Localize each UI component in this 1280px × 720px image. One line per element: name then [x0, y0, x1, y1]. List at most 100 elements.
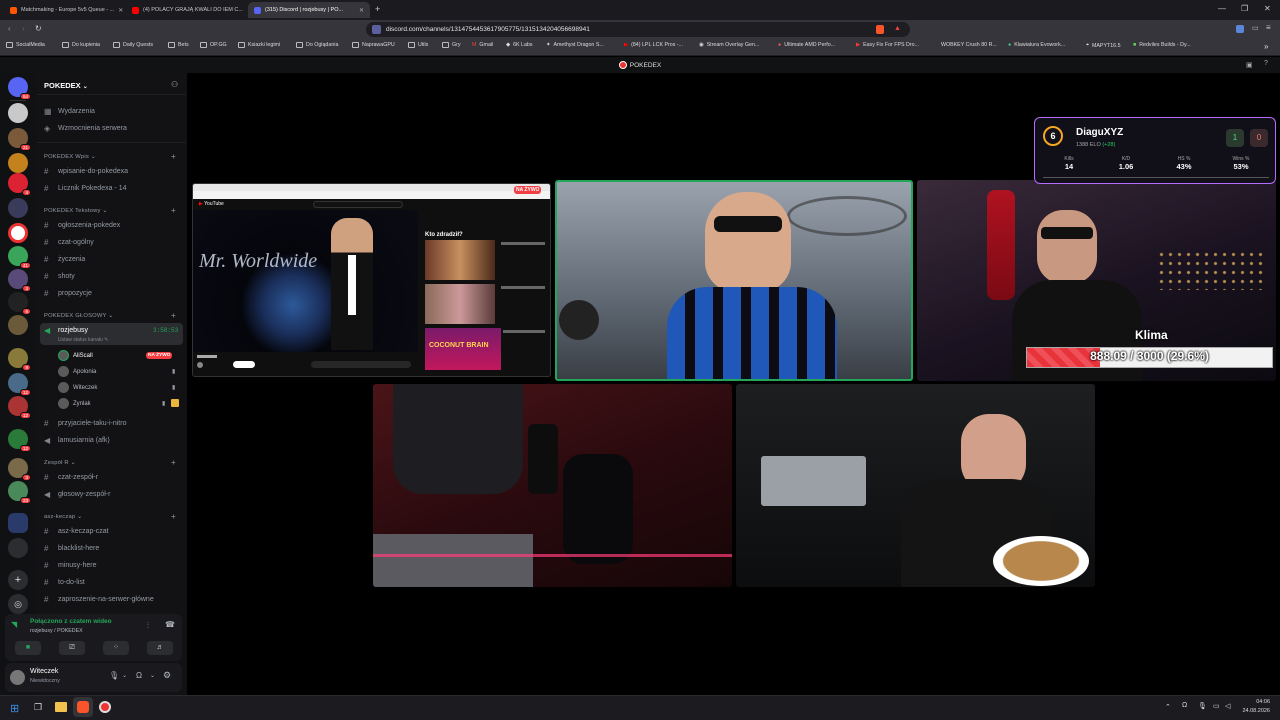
- server-icon[interactable]: [8, 153, 28, 173]
- channel-item[interactable]: # zaproszenie-na-serwer-główne: [44, 595, 154, 604]
- bookmark-item[interactable]: ⌖ MAPYT16.5: [1086, 42, 1121, 49]
- username[interactable]: Witeczek: [30, 668, 58, 675]
- channel-item[interactable]: # minusy-here: [44, 561, 97, 570]
- voice-user[interactable]: Witeczek: [58, 382, 97, 393]
- reload-icon[interactable]: ↻: [35, 24, 42, 33]
- bookmark-item[interactable]: ▶ Easy Fix For FPS Dro...: [856, 42, 919, 48]
- inbox-icon[interactable]: ▣: [1246, 61, 1253, 69]
- channel-item[interactable]: # czat-zespół-r: [44, 473, 98, 482]
- category-header[interactable]: POKEDEX Tekstowy ⌄: [44, 208, 107, 214]
- bookmark-item[interactable]: Bets: [168, 42, 189, 48]
- channel-item[interactable]: # blacklist-here: [44, 544, 99, 553]
- channel-item[interactable]: # wpisanie-do-pokedexa: [44, 167, 128, 176]
- close-tab-icon[interactable]: ✕: [359, 7, 364, 14]
- server-icon[interactable]: [8, 198, 28, 218]
- voice-user[interactable]: Zynlak: [58, 398, 91, 409]
- avatar[interactable]: [10, 670, 25, 685]
- channel-item[interactable]: # ogłoszenia-pokedex: [44, 221, 120, 230]
- voice-status-title[interactable]: Połączono z czatem wideo: [30, 618, 112, 625]
- channel-item[interactable]: ◀ lamusiarnia (afk): [44, 436, 110, 445]
- close-window-icon[interactable]: ✕: [1264, 4, 1271, 13]
- brave-shield-icon[interactable]: [876, 25, 884, 34]
- video-actions[interactable]: [311, 361, 411, 368]
- wallet-icon[interactable]: ▭: [1252, 24, 1259, 32]
- server-icon[interactable]: 41: [8, 246, 31, 269]
- channel-item[interactable]: # shoty: [44, 272, 75, 281]
- close-tab-icon[interactable]: ✕: [118, 7, 123, 14]
- start-icon[interactable]: ⊞: [10, 702, 19, 715]
- bookmark-item[interactable]: Do Oglądania: [296, 42, 338, 48]
- clock-time[interactable]: 04:06: [1242, 699, 1270, 705]
- webcam-tile[interactable]: [736, 384, 1095, 587]
- mic-icon[interactable]: 🎙︎: [1198, 702, 1207, 710]
- category-header[interactable]: Zespół R ⌄: [44, 460, 76, 466]
- noise-suppression-icon[interactable]: ⫶: [147, 621, 149, 631]
- server-icon[interactable]: 4: [8, 173, 31, 196]
- tray-chevron-icon[interactable]: ⌃: [1165, 703, 1171, 711]
- bookmark-item[interactable]: ■ Redviles Builds - Dy...: [1133, 42, 1191, 48]
- server-icon[interactable]: 8: [8, 348, 31, 371]
- server-folder-icon[interactable]: [8, 513, 28, 533]
- server-icon[interactable]: 21: [8, 128, 31, 151]
- clock-date[interactable]: 24.08.2026: [1240, 708, 1270, 714]
- rewards-icon[interactable]: ▲: [894, 25, 901, 32]
- channel-item[interactable]: # czat-ogólny: [44, 238, 94, 247]
- bookmark-item[interactable]: Do kupienia: [62, 42, 100, 48]
- site-info-icon[interactable]: [372, 25, 381, 34]
- bookmark-item[interactable]: ✦ Amethyst Dragon S...: [546, 42, 604, 48]
- channel-item[interactable]: # to-do-list: [44, 578, 85, 587]
- url-bar[interactable]: discord.com/channels/1314754453617905775…: [366, 22, 910, 37]
- bookmark-item[interactable]: NaprawaGPU: [352, 42, 395, 48]
- menu-icon[interactable]: ≡: [1266, 23, 1271, 32]
- server-icon[interactable]: [8, 103, 28, 123]
- bookmark-item[interactable]: M Gmail: [472, 42, 493, 48]
- bookmark-item[interactable]: Ksiazki legimi: [238, 42, 280, 48]
- bookmark-item[interactable]: ◆ 6K Labs: [506, 42, 533, 48]
- brave-icon[interactable]: [77, 701, 89, 713]
- bookmark-item[interactable]: SocialMedia: [6, 42, 45, 48]
- extension-icon[interactable]: [1236, 25, 1244, 33]
- bookmark-item[interactable]: ▶ (84) LPL LCK Pros -...: [624, 42, 683, 48]
- more-bookmarks-icon[interactable]: »: [1264, 42, 1268, 51]
- activities-button[interactable]: ⁘: [103, 641, 129, 655]
- add-member-icon[interactable]: ⚇: [171, 80, 178, 89]
- direct-messages-icon[interactable]: 64: [8, 77, 31, 100]
- soundboard-button[interactable]: ♬: [147, 641, 173, 655]
- bookmark-item[interactable]: ● Klawiatura Evowork...: [1008, 42, 1065, 48]
- settings-gear-icon[interactable]: ⚙: [163, 670, 171, 681]
- category-header[interactable]: POKEDEX GŁOSOWY ⌄: [44, 313, 113, 319]
- channel-item[interactable]: # przyjaciele-taku-i-nitro: [44, 419, 126, 428]
- bookmark-item[interactable]: Gry: [442, 42, 461, 48]
- voice-status-sub[interactable]: rozjebusy / POKEDEX: [30, 628, 83, 634]
- headset-icon[interactable]: Ω: [1182, 702, 1187, 709]
- maximize-icon[interactable]: ❐: [1241, 4, 1248, 13]
- video-player[interactable]: Mr. Worldwide: [193, 210, 418, 352]
- server-icon[interactable]: 3: [8, 269, 31, 292]
- bookmark-item[interactable]: ● Ultimate AMD Perfo...: [778, 42, 835, 48]
- browser-tab-active[interactable]: (315) Discord | rozjebusy | PO... ✕: [248, 2, 370, 18]
- server-icon[interactable]: [8, 315, 28, 335]
- thumbnail[interactable]: COCONUT BRAIN: [425, 328, 501, 370]
- add-server-icon[interactable]: +: [8, 570, 28, 590]
- volume-icon[interactable]: ◁: [1225, 702, 1230, 710]
- screen-share-tile[interactable]: ▶ YouTube Mr. Worldwide Kto zdradził? CO…: [192, 183, 551, 377]
- channel-item[interactable]: # propozycje: [44, 289, 92, 298]
- voice-channel-item[interactable]: ◀ rozjebusy: [44, 326, 88, 335]
- server-icon[interactable]: 12: [8, 396, 31, 419]
- camera-button[interactable]: ■: [15, 641, 41, 655]
- events-item[interactable]: ▦ Wydarzenia: [44, 107, 95, 116]
- pokedex-server-icon[interactable]: [8, 223, 28, 243]
- microphone-icon[interactable]: 🎙︎: [109, 671, 119, 680]
- chevron-down-icon[interactable]: ⌄: [150, 672, 155, 679]
- chevron-down-icon[interactable]: ⌄: [122, 672, 127, 679]
- task-view-icon[interactable]: ❐: [34, 702, 42, 713]
- pokeball-app-icon[interactable]: [99, 701, 111, 713]
- bookmark-item[interactable]: WOBKEY Crush 80 R...: [941, 42, 997, 48]
- network-icon[interactable]: ▭: [1213, 702, 1220, 710]
- channel-item[interactable]: ◀ głosowy-zespół-r: [44, 490, 111, 499]
- bookmark-item[interactable]: OP.GG: [200, 42, 227, 48]
- browser-tab[interactable]: (4) POLACY GRAJĄ KWALI DO IEM C... ✕: [126, 2, 246, 18]
- voice-user[interactable]: Apolonia: [58, 366, 96, 377]
- webcam-tile[interactable]: [373, 384, 732, 587]
- browser-tab[interactable]: Matchmaking - Europe 5v5 Queue - ... ✕: [4, 2, 124, 18]
